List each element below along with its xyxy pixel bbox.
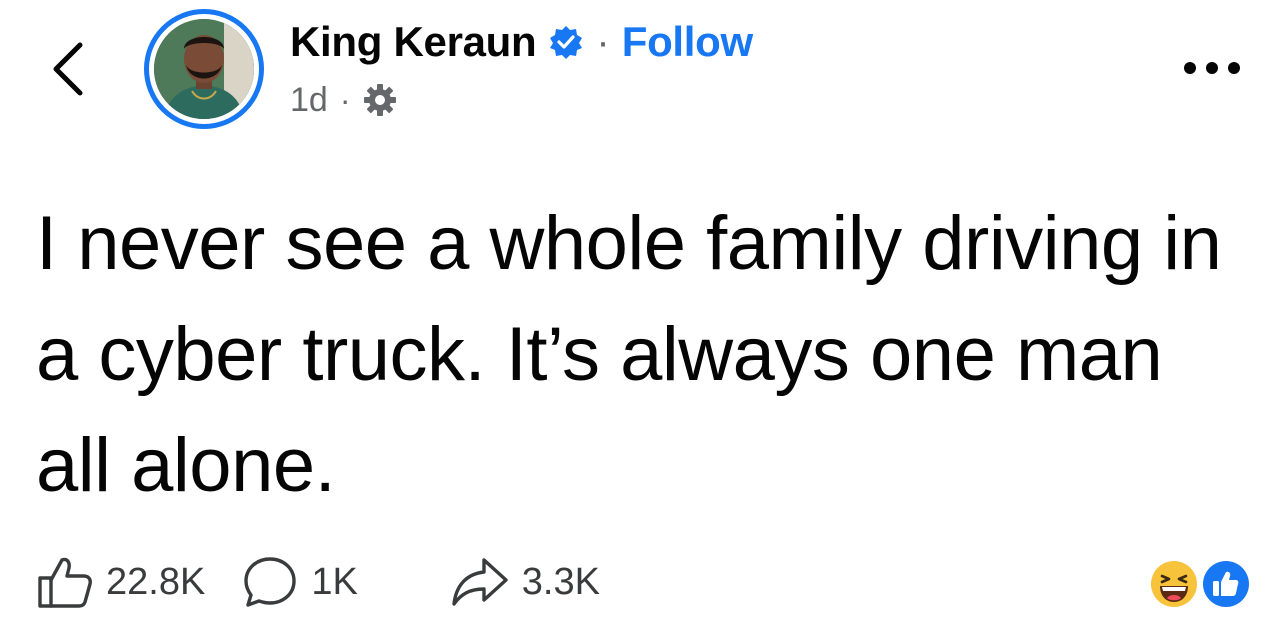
- laughing-face-icon: [1150, 560, 1198, 608]
- meta-separator-dot: ·: [339, 81, 351, 118]
- like-reaction-icon: [1200, 558, 1252, 610]
- like-count: 22.8K: [106, 560, 206, 603]
- share-arrow-icon: [452, 558, 508, 606]
- thumbs-up-icon: [38, 557, 92, 608]
- more-options-button[interactable]: [1176, 50, 1248, 86]
- like-button[interactable]: 22.8K: [36, 554, 205, 610]
- share-button[interactable]: 3.3K: [450, 554, 600, 610]
- comment-button[interactable]: 1K: [241, 554, 358, 610]
- reaction-summary[interactable]: [1150, 558, 1252, 610]
- verified-badge-icon: [548, 24, 584, 60]
- avatar: [154, 19, 254, 119]
- post-text: I never see a whole family driving in a …: [36, 201, 1222, 508]
- public-gear-icon[interactable]: [362, 82, 398, 118]
- post-meta: 1d ·: [290, 78, 398, 122]
- follow-button[interactable]: Follow: [622, 18, 753, 66]
- author-avatar[interactable]: [144, 9, 264, 129]
- comment-bubble-icon: [244, 557, 297, 607]
- back-button[interactable]: [40, 38, 96, 100]
- action-bar: 22.8K 1K 3.3K: [36, 552, 600, 612]
- share-count: 3.3K: [521, 560, 600, 603]
- more-horizontal-icon: [1184, 62, 1240, 74]
- separator-dot: ·: [596, 19, 610, 64]
- author-row: King Keraun · Follow: [290, 16, 753, 68]
- author-name[interactable]: King Keraun: [290, 18, 537, 66]
- avatar-photo: [154, 19, 254, 119]
- post-timestamp[interactable]: 1d: [290, 81, 328, 120]
- chevron-left-icon: [53, 42, 83, 96]
- comment-count: 1K: [311, 560, 358, 603]
